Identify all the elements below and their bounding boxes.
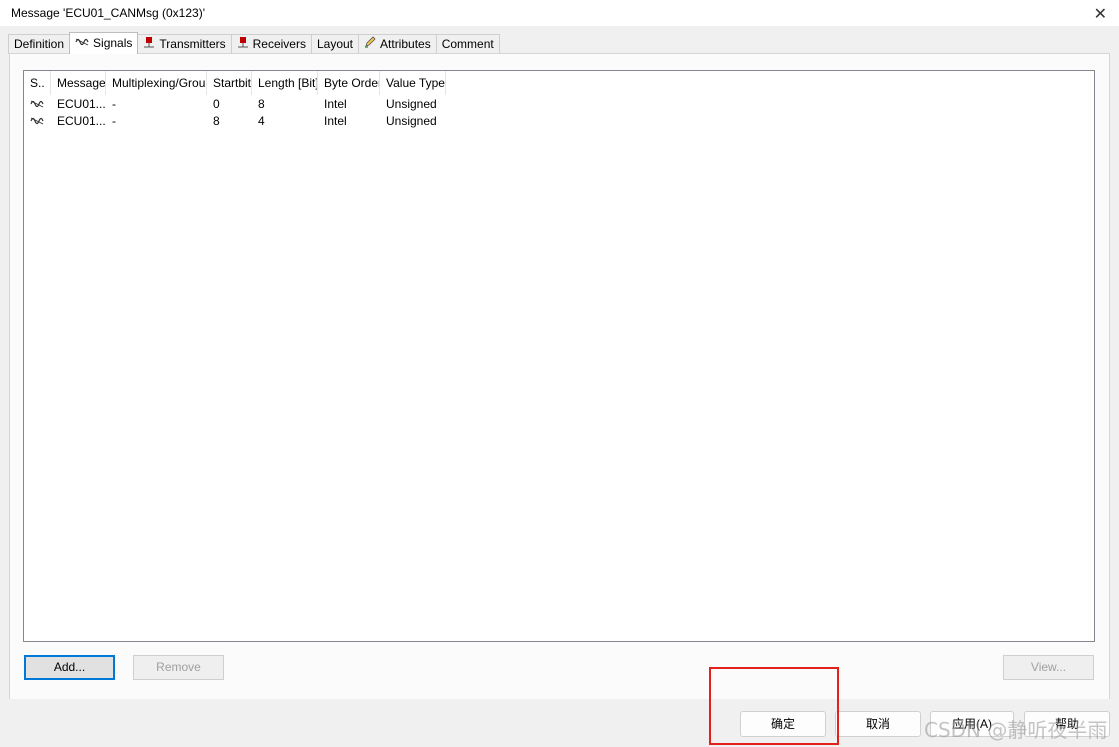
tab-label: Receivers [252,37,306,51]
tab-label: Signals [93,36,133,50]
view-button[interactable]: View... [1003,655,1094,680]
cell-startbit: 0 [213,97,220,111]
tab-attributes[interactable]: Attributes [358,34,437,54]
window-title: Message 'ECU01_CANMsg (0x123)' [11,6,205,20]
column-header-message[interactable]: Message [51,71,106,95]
column-header-value-type[interactable]: Value Type [380,71,446,95]
remove-button[interactable]: Remove [133,655,224,680]
column-header-startbit[interactable]: Startbit [207,71,252,95]
table-row[interactable]: ECU01... - 8 4 Intel Unsigned [24,113,446,130]
tab-receivers[interactable]: Receivers [230,34,312,54]
close-icon[interactable]: ✕ [1094,4,1107,24]
add-button[interactable]: Add... [24,655,115,680]
tab-signals[interactable]: Signals [69,32,139,54]
tab-label: Definition [14,37,65,51]
tab-label: Comment [441,37,494,51]
cell-value-type: Unsigned [386,97,437,111]
cancel-button[interactable]: 取消 [835,711,921,737]
cell-value-type: Unsigned [386,114,437,128]
cell-length: 4 [258,114,265,128]
cell-byte-order: Intel [324,114,347,128]
column-header-s[interactable]: S.. [24,71,51,95]
column-header-multiplexing[interactable]: Multiplexing/Group [106,71,207,95]
pencil-icon [364,35,376,54]
column-header-byte-order[interactable]: Byte Order [318,71,380,95]
cell-mux: - [112,114,116,128]
signals-list[interactable]: S.. Message Multiplexing/Group Startbit … [23,70,1095,642]
tab-strip: Definition Signals Transmitters Receiver… [8,32,500,54]
ok-button[interactable]: 确定 [740,711,826,737]
column-header-length[interactable]: Length [Bit] [252,71,318,95]
tab-definition[interactable]: Definition [8,34,71,54]
receiver-pin-icon [237,35,249,54]
list-header: S.. Message Multiplexing/Group Startbit … [24,71,446,95]
tab-layout[interactable]: Layout [310,34,360,54]
tab-comment[interactable]: Comment [435,34,500,54]
cell-mux: - [112,97,116,111]
signal-icon [24,96,51,113]
tab-transmitters[interactable]: Transmitters [137,34,232,54]
tab-label: Attributes [380,37,431,51]
signal-icon [24,113,51,130]
cell-message: ECU01... [57,114,106,128]
table-row[interactable]: ECU01... - 0 8 Intel Unsigned [24,96,446,113]
cell-length: 8 [258,97,265,111]
tab-label: Transmitters [159,37,226,51]
signal-wave-icon [75,34,89,53]
title-bar: Message 'ECU01_CANMsg (0x123)' ✕ [0,0,1119,26]
cell-startbit: 8 [213,114,220,128]
cell-message: ECU01... [57,97,106,111]
tab-label: Layout [316,37,354,51]
help-button[interactable]: 帮助 [1024,711,1110,737]
transmitter-pin-icon [143,35,155,54]
apply-button[interactable]: 应用(A) [930,711,1014,737]
cell-byte-order: Intel [324,97,347,111]
